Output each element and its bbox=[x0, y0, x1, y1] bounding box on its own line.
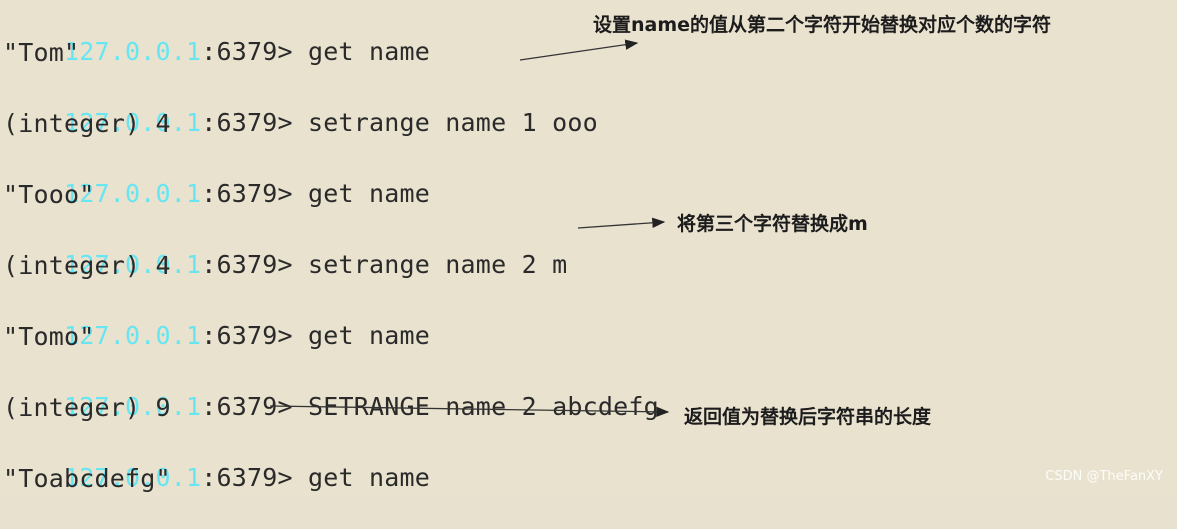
command-text: get name bbox=[292, 179, 431, 208]
command-text: setrange name 1 ooo bbox=[292, 108, 598, 137]
annotation-setrange-explain: 设置name的值从第二个字符开始替换对应个数的字符 bbox=[593, 14, 1052, 36]
prompt-line: 127.0.0.1:6379> get name bbox=[3, 143, 430, 208]
prompt-port: :6379> bbox=[201, 37, 293, 66]
output-line: "Tom" bbox=[3, 38, 80, 67]
output-line: "Tomo" bbox=[3, 322, 95, 351]
prompt-line: 127.0.0.1:6379> get name bbox=[3, 427, 430, 492]
prompt-port: :6379> bbox=[201, 179, 293, 208]
arrow-line bbox=[577, 217, 666, 229]
output-line: "Tooo" bbox=[3, 180, 95, 209]
prompt-line: 127.0.0.1:6379> get name bbox=[3, 285, 430, 350]
prompt-port: :6379> bbox=[201, 321, 293, 350]
prompt-port: :6379> bbox=[201, 392, 293, 421]
output-line: (integer) 9 bbox=[3, 393, 171, 422]
command-text: get name bbox=[292, 321, 431, 350]
command-text: get name bbox=[292, 37, 431, 66]
prompt-port: :6379> bbox=[201, 108, 293, 137]
watermark: CSDN @TheFanXY bbox=[1045, 469, 1163, 484]
output-line: (integer) 4 bbox=[3, 109, 171, 138]
prompt-port: :6379> bbox=[201, 250, 293, 279]
prompt-line: 127.0.0.1:6379> SETRANGE name 2 abcdefg bbox=[3, 356, 659, 421]
command-text: get name bbox=[292, 463, 431, 492]
command-text: setrange name 2 m bbox=[292, 250, 568, 279]
prompt-line: 127.0.0.1:6379> get name bbox=[3, 1, 430, 66]
output-line: (integer) 4 bbox=[3, 251, 171, 280]
prompt-port: :6379> bbox=[201, 463, 293, 492]
prompt-line: 127.0.0.1:6379> setrange name 2 m bbox=[3, 214, 567, 279]
command-text: SETRANGE name 2 abcdefg bbox=[292, 392, 659, 421]
arrow-line bbox=[519, 39, 639, 61]
prompt-line: 127.0.0.1:6379> setrange name 1 ooo bbox=[3, 72, 598, 137]
annotation-return-length: 返回值为替换后字符串的长度 bbox=[684, 406, 932, 428]
terminal-screenshot: 127.0.0.1:6379> get name "Tom" 127.0.0.1… bbox=[0, 0, 1177, 496]
annotation-replace-third-char: 将第三个字符替换成m bbox=[677, 213, 868, 235]
prompt-ip: 127.0.0.1 bbox=[64, 37, 202, 66]
output-line: "Toabcdefg" bbox=[3, 464, 171, 493]
